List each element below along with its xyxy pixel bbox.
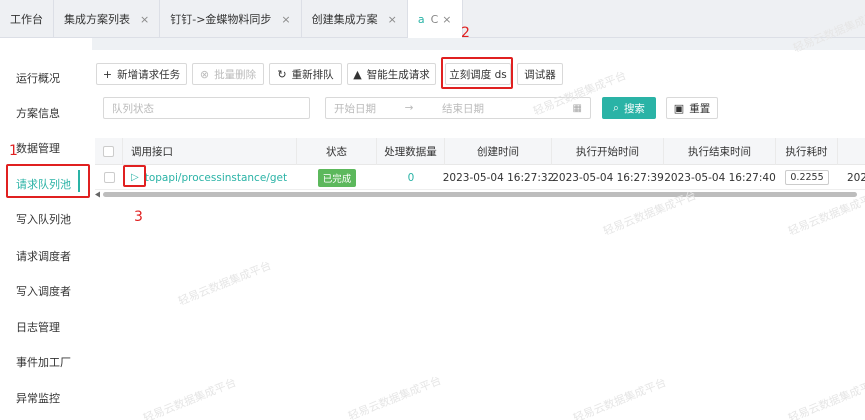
column-header-api: 调用接口 [123, 138, 297, 165]
button-label: 批量删除 [214, 68, 257, 81]
column-header-status: 状态 [297, 138, 377, 165]
table-row: ▷ topapi/processinstance/get 已完成 0 2023-… [95, 165, 865, 190]
main-panel: + 新增请求任务 ⊗ 批量删除 ↻ 重新排队 ▲ 智能生成请求 立刻调度 ds 调试器 … [92, 50, 865, 420]
date-range-picker[interactable]: 开始日期 → 结束日期 ▦ [325, 97, 591, 119]
arrow-right-icon: → [404, 102, 414, 114]
button-label: 搜索 [623, 102, 645, 115]
tab-current[interactable]: a C × [407, 0, 463, 38]
requeue-button[interactable]: ↻ 重新排队 [269, 63, 342, 85]
status-badge: 已完成 [317, 168, 357, 187]
column-header-ended: 执行结束时间 [664, 138, 776, 165]
tab-create-plan[interactable]: 创建集成方案 × [302, 0, 408, 38]
close-icon[interactable]: × [388, 13, 397, 26]
sidebar-item-data-management[interactable]: 数据管理 [16, 140, 60, 156]
tab-integration-list[interactable]: 集成方案列表 × [54, 0, 161, 38]
select-all-checkbox[interactable] [103, 146, 114, 157]
plus-icon: + [102, 67, 113, 81]
tab-label: 钉钉->金蝶物料同步 [170, 13, 272, 26]
ended-cell: 2023-05-04 16:27:40 [664, 171, 776, 184]
refresh-icon: ↻ [277, 67, 287, 81]
annotation-box-1 [6, 164, 90, 198]
queue-status-placeholder: 队列状态 [112, 102, 154, 115]
duration-cell: 0.2255 [776, 165, 838, 190]
calendar-icon: ▦ [572, 102, 582, 114]
annotation-label-1: 1 [9, 143, 18, 159]
duration-value: 0.2255 [785, 170, 829, 185]
end-date-placeholder: 结束日期 [441, 102, 484, 115]
search-icon: ⌕ [613, 101, 619, 114]
button-label: 新增请求任务 [117, 68, 181, 81]
button-label: 智能生成请求 [366, 68, 430, 81]
sidebar-item-event-factory[interactable]: 事件加工厂 [16, 354, 71, 370]
tab-label: 创建集成方案 [311, 13, 378, 26]
close-icon[interactable]: × [442, 13, 451, 26]
sidebar-item-plan-info[interactable]: 方案信息 [16, 105, 60, 121]
annotation-box-2 [441, 57, 513, 89]
search-button[interactable]: ⌕ 搜索 [602, 97, 656, 119]
circle-x-icon: ⊗ [199, 67, 210, 81]
annotation-label-2: 2 [461, 25, 470, 41]
table-header: 调用接口 状态 处理数据量 创建时间 执行开始时间 执行结束时间 执行耗时 [95, 138, 865, 165]
sidebar-item-write-queue[interactable]: 写入队列池 [16, 211, 71, 227]
queue-status-select[interactable]: 队列状态 [103, 97, 310, 119]
sidebar-item-write-scheduler[interactable]: 写入调度者 [16, 283, 71, 299]
start-date-placeholder: 开始日期 [334, 102, 376, 115]
column-header-created: 创建时间 [445, 138, 552, 165]
status-cell: 已完成 [297, 165, 377, 190]
tab-bar: 工作台 集成方案列表 × 钉钉->金蝶物料同步 × 创建集成方案 × a C × [0, 0, 865, 38]
sidebar-item-overview[interactable]: 运行概况 [16, 70, 60, 86]
tab-label: 工作台 [10, 13, 43, 26]
reset-icon: ▣ [673, 101, 685, 115]
sidebar-item-log-management[interactable]: 日志管理 [16, 319, 60, 335]
created-cell: 2023-05-04 16:27:32 [442, 171, 555, 184]
horizontal-scrollbar[interactable] [95, 191, 865, 198]
close-icon[interactable]: × [140, 13, 149, 26]
count-cell[interactable]: 0 [377, 165, 445, 190]
batch-delete-button[interactable]: ⊗ 批量删除 [192, 63, 264, 85]
overflow-cell: 202 [847, 171, 865, 184]
row-checkbox-cell [95, 165, 123, 190]
tab-workbench[interactable]: 工作台 [0, 0, 54, 38]
column-header-count: 处理数据量 [377, 138, 445, 165]
annotation-box-3 [123, 165, 146, 187]
api-link[interactable]: topapi/processinstance/get [145, 172, 287, 184]
annotation-label-3: 3 [134, 209, 143, 225]
api-cell: ▷ topapi/processinstance/get [123, 165, 297, 190]
tab-label: a [417, 12, 425, 26]
add-request-task-button[interactable]: + 新增请求任务 [96, 63, 187, 85]
column-header-duration: 执行耗时 [776, 138, 838, 165]
started-cell: 2023-05-04 16:27:39 [552, 171, 664, 184]
row-checkbox[interactable] [103, 172, 115, 183]
close-icon[interactable]: × [281, 13, 290, 26]
sidebar-item-exception-monitor[interactable]: 异常监控 [16, 390, 60, 406]
warning-icon: ▲ [353, 67, 362, 81]
sidebar: 运行概况 方案信息 数据管理 请求队列池 写入队列池 请求调度者 写入调度者 日… [0, 38, 92, 420]
reset-button[interactable]: ▣ 重置 [666, 97, 718, 119]
column-header-started: 执行开始时间 [552, 138, 664, 165]
sidebar-item-request-scheduler[interactable]: 请求调度者 [16, 248, 71, 264]
header-checkbox-cell [95, 138, 123, 165]
tab-dingtalk-sync[interactable]: 钉钉->金蝶物料同步 × [160, 0, 302, 38]
tab-label: 集成方案列表 [64, 13, 130, 26]
smart-generate-button[interactable]: ▲ 智能生成请求 [347, 63, 436, 85]
button-label: 重新排队 [291, 68, 334, 81]
debugger-button[interactable]: 调试器 [517, 63, 563, 85]
button-label: 调试器 [524, 68, 556, 81]
button-label: 重置 [689, 102, 711, 115]
tab-extra: C [430, 12, 439, 26]
